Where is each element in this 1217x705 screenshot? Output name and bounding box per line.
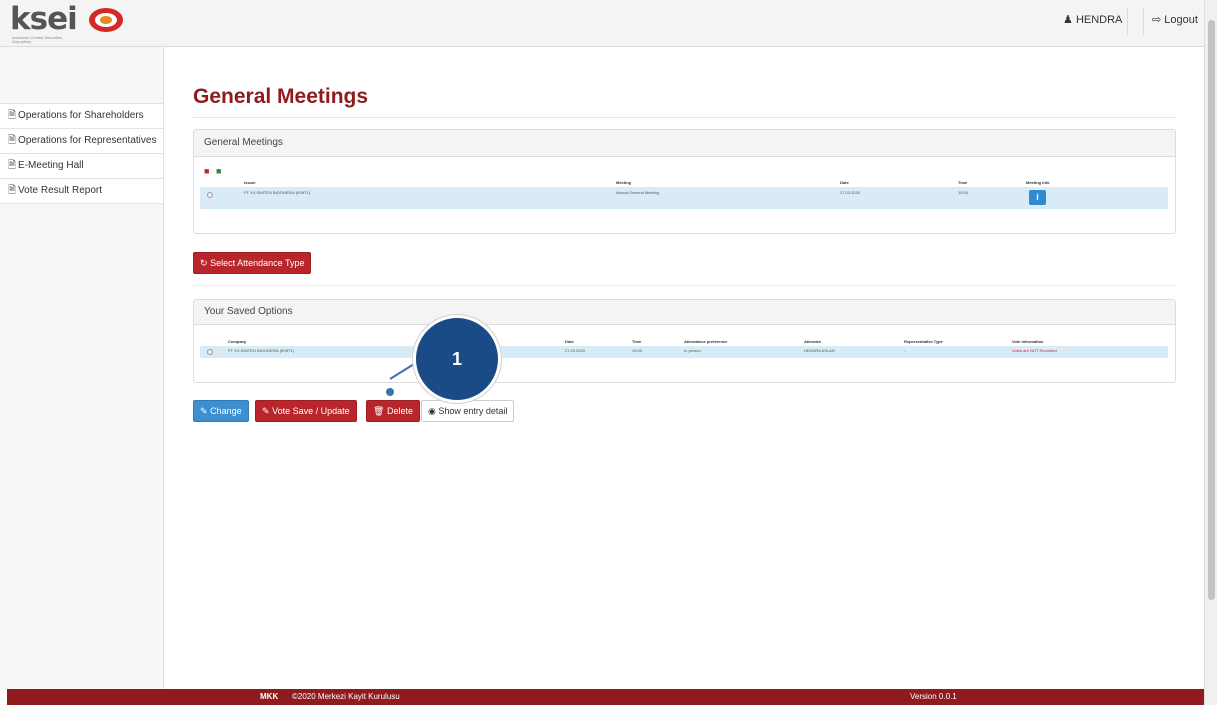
callout-pointer-dot bbox=[386, 388, 394, 396]
column-header[interactable]: Date bbox=[840, 180, 849, 185]
user-icon: ♟ bbox=[1063, 14, 1073, 26]
delete-button[interactable]: 🗑 Delete bbox=[366, 400, 420, 422]
panel-title: Your Saved Options bbox=[194, 300, 1175, 325]
column-header[interactable]: Attendance preference bbox=[684, 339, 727, 344]
trash-icon: 🗑 bbox=[373, 406, 385, 416]
footer-version: Version 0.0.1 bbox=[910, 692, 957, 701]
callout-marker: 1 bbox=[413, 315, 501, 403]
column-header[interactable]: Representative Type bbox=[904, 339, 943, 344]
excel-export-icon[interactable]: ■ bbox=[216, 166, 221, 176]
vote-save-update-button[interactable]: ✎ Vote Save / Update bbox=[255, 400, 357, 422]
divider bbox=[193, 285, 1176, 286]
document-icon: 🗎 bbox=[8, 135, 17, 146]
company-cell: PT XX EMITEN INDONESIA (IEMT1) bbox=[228, 348, 295, 353]
representative-type-cell: - bbox=[904, 348, 906, 353]
column-header[interactable]: Vote Information bbox=[1012, 339, 1043, 344]
row-select-radio[interactable] bbox=[207, 349, 213, 355]
button-label: Delete bbox=[386, 406, 413, 416]
sidebar-item-operations-shareholders[interactable]: 🗎 Operations for Shareholders bbox=[0, 103, 163, 128]
document-icon: 🗎 bbox=[8, 185, 17, 196]
sidebar-item-label: Operations for Shareholders bbox=[18, 110, 144, 121]
logout-button[interactable]: ⇨ Logout bbox=[1152, 13, 1198, 26]
date-cell: 27.03.2020 bbox=[565, 348, 586, 353]
time-cell: 15:00 bbox=[958, 190, 969, 195]
refresh-icon: ↻ bbox=[200, 258, 208, 268]
row-select-radio[interactable] bbox=[207, 192, 213, 198]
eye-icon: ◉ bbox=[428, 406, 436, 416]
vertical-scrollbar[interactable] bbox=[1204, 0, 1217, 705]
column-header[interactable]: Issuer bbox=[244, 180, 256, 185]
document-icon: 🗎 bbox=[8, 160, 17, 171]
edit-icon: ✎ bbox=[262, 406, 270, 416]
logout-label: Logout bbox=[1164, 14, 1198, 26]
button-label: Show entry detail bbox=[438, 406, 508, 416]
column-header[interactable]: Meeting Info bbox=[1026, 180, 1050, 185]
vote-information-cell: Votes are NOT Recorded bbox=[1012, 348, 1057, 353]
button-label: Select Attendance Type bbox=[210, 258, 305, 268]
sidebar-item-label: Vote Result Report bbox=[18, 185, 102, 196]
issuer-cell: PT XX EMITEN INDONESIA (IEMT1) bbox=[244, 190, 311, 195]
column-header[interactable]: Company bbox=[228, 339, 246, 344]
pdf-export-icon[interactable]: ■ bbox=[204, 166, 209, 176]
attendance-cell: In person bbox=[684, 348, 701, 353]
scrollbar-thumb[interactable] bbox=[1208, 20, 1215, 600]
column-header[interactable]: Time bbox=[632, 339, 641, 344]
user-menu[interactable]: ♟ HENDRA bbox=[1063, 13, 1122, 26]
date-cell: 27.03.2020 bbox=[840, 190, 861, 195]
table-row[interactable] bbox=[200, 187, 1168, 209]
sidebar-item-label: Operations for Representatives bbox=[18, 135, 157, 146]
sidebar-item-e-meeting-hall[interactable]: 🗎 E-Meeting Hall bbox=[0, 153, 163, 178]
top-bar: ksei Indonesia Central Securities Deposi… bbox=[0, 0, 1204, 47]
user-name: HENDRA bbox=[1075, 14, 1123, 26]
header-divider bbox=[1127, 8, 1128, 36]
sidebar-item-label: E-Meeting Hall bbox=[18, 160, 84, 171]
page-title: General Meetings bbox=[193, 85, 369, 108]
document-icon: 🗎 bbox=[8, 110, 17, 121]
divider bbox=[193, 117, 1176, 118]
sidebar-item-operations-representatives[interactable]: 🗎 Operations for Representatives bbox=[0, 128, 163, 153]
time-cell: 15:00 bbox=[632, 348, 643, 353]
meeting-cell: Annual General Meeting bbox=[616, 190, 660, 195]
column-header[interactable]: Date bbox=[565, 339, 574, 344]
select-attendance-type-button[interactable]: ↻ Select Attendance Type bbox=[193, 252, 312, 274]
panel-title: General Meetings bbox=[194, 130, 1175, 157]
logo-text: ksei bbox=[10, 1, 78, 37]
column-header[interactable]: Meeting bbox=[616, 180, 631, 185]
sidebar-menu: 🗎 Operations for Shareholders 🗎 Operations… bbox=[0, 103, 163, 204]
logo-mark-icon bbox=[89, 8, 123, 32]
header-divider bbox=[1143, 8, 1144, 36]
column-header[interactable]: Attendee bbox=[804, 339, 821, 344]
attendee-cell: HENDRA ASLAN bbox=[804, 348, 835, 353]
change-button[interactable]: ✎ Change bbox=[193, 400, 249, 422]
footer-copyright: ©2020 Merkezi Kayit Kurulusu bbox=[292, 692, 400, 701]
column-header[interactable]: Time bbox=[958, 180, 967, 185]
show-entry-detail-button[interactable]: ◉ Show entry detail bbox=[421, 400, 515, 422]
mkk-logo: MKK bbox=[260, 692, 279, 701]
button-label: Change bbox=[210, 406, 242, 416]
general-meetings-panel: General Meetings ■ ■ Issuer Meeting Date… bbox=[193, 129, 1176, 234]
logout-icon: ⇨ bbox=[1152, 14, 1162, 26]
button-label: Vote Save / Update bbox=[272, 406, 350, 416]
pencil-icon: ✎ bbox=[200, 406, 208, 416]
sidebar-item-vote-result-report[interactable]: 🗎 Vote Result Report bbox=[0, 178, 163, 204]
saved-options-panel: Your Saved Options Company Date Time Att… bbox=[193, 299, 1176, 383]
footer: MKK ©2020 Merkezi Kayit Kurulusu Version… bbox=[7, 689, 1204, 705]
meeting-info-button[interactable]: i bbox=[1029, 190, 1046, 205]
logo-subtitle: Indonesia Central Securities Depository bbox=[12, 35, 63, 44]
sidebar: 🗎 Operations for Shareholders 🗎 Operations… bbox=[0, 47, 164, 690]
